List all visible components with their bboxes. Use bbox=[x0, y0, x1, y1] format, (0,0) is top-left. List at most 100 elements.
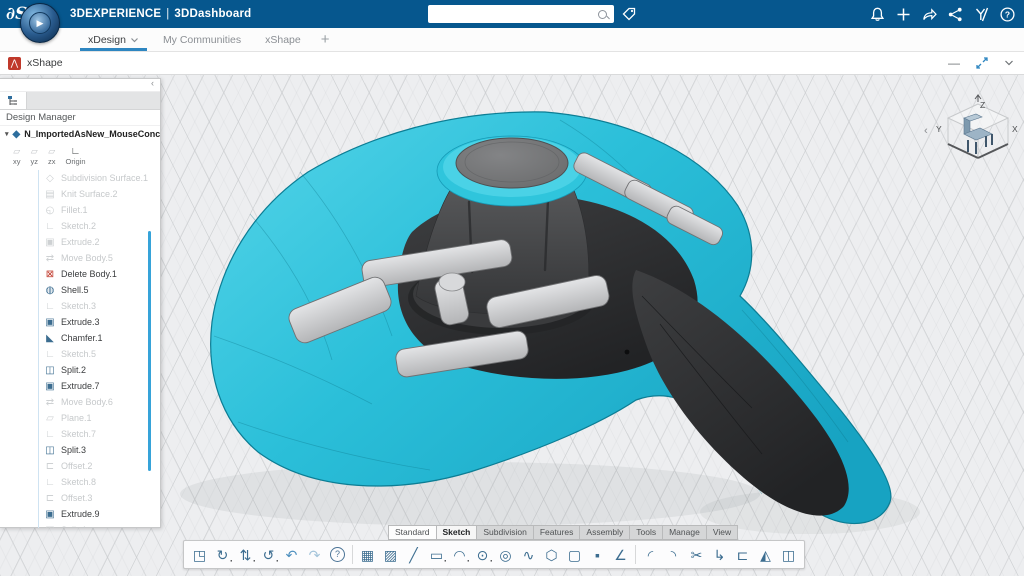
line-icon[interactable]: ╱ bbox=[402, 543, 425, 566]
help-icon[interactable]: ? bbox=[326, 543, 349, 566]
toolbar-tab-features[interactable]: Features bbox=[534, 525, 581, 540]
tree-item-extrude-2[interactable]: ▣Extrude.2 bbox=[0, 234, 160, 250]
tree-item-offset-2[interactable]: ⊏Offset.2 bbox=[0, 458, 160, 474]
mirror-icon[interactable]: ◭ bbox=[754, 543, 777, 566]
toolbar-tab-tools[interactable]: Tools bbox=[630, 525, 663, 540]
tree-item-sketch-3[interactable]: ∟Sketch.3 bbox=[0, 298, 160, 314]
rectangle-icon[interactable]: ▭· bbox=[425, 543, 448, 566]
tree-item-sketch-2[interactable]: ∟Sketch.2 bbox=[0, 218, 160, 234]
share-forward-icon[interactable] bbox=[921, 6, 938, 23]
polyline-icon[interactable]: ∠ bbox=[609, 543, 632, 566]
circle-icon-glyph: ⊙ bbox=[477, 548, 489, 562]
tree-item-shell-5[interactable]: ◍Shell.5 bbox=[0, 282, 160, 298]
dropdown-dot-icon: · bbox=[276, 559, 279, 563]
toolbar-tab-view[interactable]: View bbox=[707, 525, 738, 540]
add-tab-button[interactable]: + bbox=[313, 28, 338, 51]
trim-icon[interactable]: ✂ bbox=[685, 543, 708, 566]
notifications-bell-icon[interactable] bbox=[869, 6, 886, 23]
view-cube[interactable]: ‹ Z Y X bbox=[918, 94, 1022, 180]
tree-list-icon bbox=[7, 95, 19, 107]
tree-item-sketch-7[interactable]: ∟Sketch.7 bbox=[0, 426, 160, 442]
tree-item-delete-body-1[interactable]: ⊠Delete Body.1 bbox=[0, 266, 160, 282]
line-icon-glyph: ╱ bbox=[409, 548, 417, 562]
play-icon: ▶ bbox=[29, 12, 51, 34]
tree-item-fillet-1[interactable]: ◵Fillet.1 bbox=[0, 202, 160, 218]
tangent-arc-icon-glyph: ◝ bbox=[671, 548, 676, 562]
tangent-arc-icon[interactable]: ◝ bbox=[662, 543, 685, 566]
tab-design-manager[interactable] bbox=[0, 92, 27, 109]
tree-item-knit-surface-2[interactable]: ▤Knit Surface.2 bbox=[0, 186, 160, 202]
toolbar-tab-assembly[interactable]: Assembly bbox=[580, 525, 630, 540]
tree-item-label: Extrude.9 bbox=[61, 509, 100, 519]
tree-item-extrude-7[interactable]: ▣Extrude.7 bbox=[0, 378, 160, 394]
tree-item-move-body-6[interactable]: ⇄Move Body.6 bbox=[0, 394, 160, 410]
tree-root-node[interactable]: ▾ ◆ N_ImportedAsNew_MouseConcept2 bbox=[0, 126, 160, 142]
tag-icon[interactable] bbox=[621, 6, 637, 22]
tree-item-plane-1[interactable]: ▱Plane.1 bbox=[0, 410, 160, 426]
import-export-icon[interactable]: ⇅· bbox=[234, 543, 257, 566]
slot-icon[interactable]: ▢ bbox=[563, 543, 586, 566]
tree-node-zx[interactable]: ▱zx bbox=[48, 142, 56, 170]
toolbar-tab-sketch[interactable]: Sketch bbox=[437, 525, 478, 540]
sketch-icon: ∟ bbox=[44, 221, 56, 232]
tree-item-label: Split.3 bbox=[61, 445, 86, 455]
search-box[interactable] bbox=[428, 5, 614, 23]
tree-item-extrude-9[interactable]: ▣Extrude.9 bbox=[0, 506, 160, 522]
expand-caret-icon[interactable]: ▾ bbox=[5, 130, 9, 138]
collapse-button[interactable] bbox=[1004, 59, 1014, 67]
tree-item-sketch-5[interactable]: ∟Sketch.5 bbox=[0, 346, 160, 362]
tree-item-label: Extrude.3 bbox=[61, 317, 100, 327]
ellipse-icon[interactable]: ◎ bbox=[494, 543, 517, 566]
panel-scrollbar[interactable] bbox=[148, 231, 151, 471]
extrude-icon: ▣ bbox=[44, 317, 56, 328]
tree-item-extrude-3[interactable]: ▣ Extrude.3 bbox=[0, 314, 160, 330]
tree-item-split-2[interactable]: ◫Split.2 bbox=[0, 362, 160, 378]
panel-header-strip: ‹ bbox=[0, 79, 160, 92]
offset-icon[interactable]: ⊏ bbox=[731, 543, 754, 566]
tab-my-communities[interactable]: My Communities bbox=[151, 28, 253, 51]
toolbar-tab-subdivision[interactable]: Subdivision bbox=[477, 525, 533, 540]
viewport-3d[interactable]: ‹ Z Y X ‹ bbox=[0, 74, 1024, 576]
circle-icon[interactable]: ⊙· bbox=[471, 543, 494, 566]
tree-node-origin[interactable]: ∟Origin bbox=[66, 142, 86, 170]
panel-collapse-chevron[interactable]: ‹ bbox=[151, 78, 154, 88]
toolbar-tab-standard[interactable]: Standard bbox=[388, 525, 437, 540]
undo-icon[interactable]: ↶ bbox=[280, 543, 303, 566]
point-icon[interactable]: ▪ bbox=[586, 543, 609, 566]
tree-item-split-3[interactable]: ◫Split.3 bbox=[0, 442, 160, 458]
tree-item-split-4[interactable]: ◫Split.4 bbox=[0, 522, 160, 528]
tab-xdesign[interactable]: xDesign bbox=[76, 28, 151, 51]
minimize-button[interactable]: — bbox=[948, 56, 960, 70]
convert-icon[interactable]: ◫ bbox=[777, 543, 800, 566]
toolbar-tab-manage[interactable]: Manage bbox=[663, 525, 707, 540]
planes-row: ▱xy ▱yz ▱zx ∟Origin bbox=[0, 142, 160, 170]
polygon-icon[interactable]: ⬡ bbox=[540, 543, 563, 566]
save-icon[interactable]: ↻· bbox=[211, 543, 234, 566]
compass-logo[interactable]: ▶ bbox=[20, 3, 60, 43]
insert-part-icon[interactable]: ◳ bbox=[188, 543, 211, 566]
tree-item-subdivision-surface-1[interactable]: ◇Subdivision Surface.1 bbox=[0, 170, 160, 186]
project-icon[interactable]: ↳ bbox=[708, 543, 731, 566]
topbar-icon-group: ? bbox=[869, 0, 1020, 28]
tree-item-move-body-5[interactable]: ⇄Move Body.5 bbox=[0, 250, 160, 266]
tree-node-yz[interactable]: ▱yz bbox=[31, 142, 39, 170]
search-input[interactable] bbox=[428, 9, 598, 19]
help-icon[interactable]: ? bbox=[999, 6, 1016, 23]
tree-node-xy[interactable]: ▱xy bbox=[13, 142, 21, 170]
tree-item-chamfer-1[interactable]: ◣Chamfer.1 bbox=[0, 330, 160, 346]
add-content-icon[interactable] bbox=[895, 6, 912, 23]
resize-button[interactable] bbox=[976, 57, 988, 69]
update-icon[interactable]: ↺· bbox=[257, 543, 280, 566]
corner-fillet-icon[interactable]: ◜ bbox=[639, 543, 662, 566]
redo-icon[interactable]: ↷ bbox=[303, 543, 326, 566]
sketch-icon[interactable]: ▦ bbox=[356, 543, 379, 566]
tree-item-offset-3[interactable]: ⊏Offset.3 bbox=[0, 490, 160, 506]
arc-icon[interactable]: ◠· bbox=[448, 543, 471, 566]
tab-xshape[interactable]: xShape bbox=[253, 28, 313, 51]
assistant-icon[interactable] bbox=[973, 6, 990, 23]
share-network-icon[interactable] bbox=[947, 6, 964, 23]
spline-icon[interactable]: ∿ bbox=[517, 543, 540, 566]
positioned-sketch-icon[interactable]: ▨ bbox=[379, 543, 402, 566]
tree-item-sketch-8[interactable]: ∟Sketch.8 bbox=[0, 474, 160, 490]
viewcube-collapse-chevron[interactable]: ‹ bbox=[924, 125, 928, 137]
